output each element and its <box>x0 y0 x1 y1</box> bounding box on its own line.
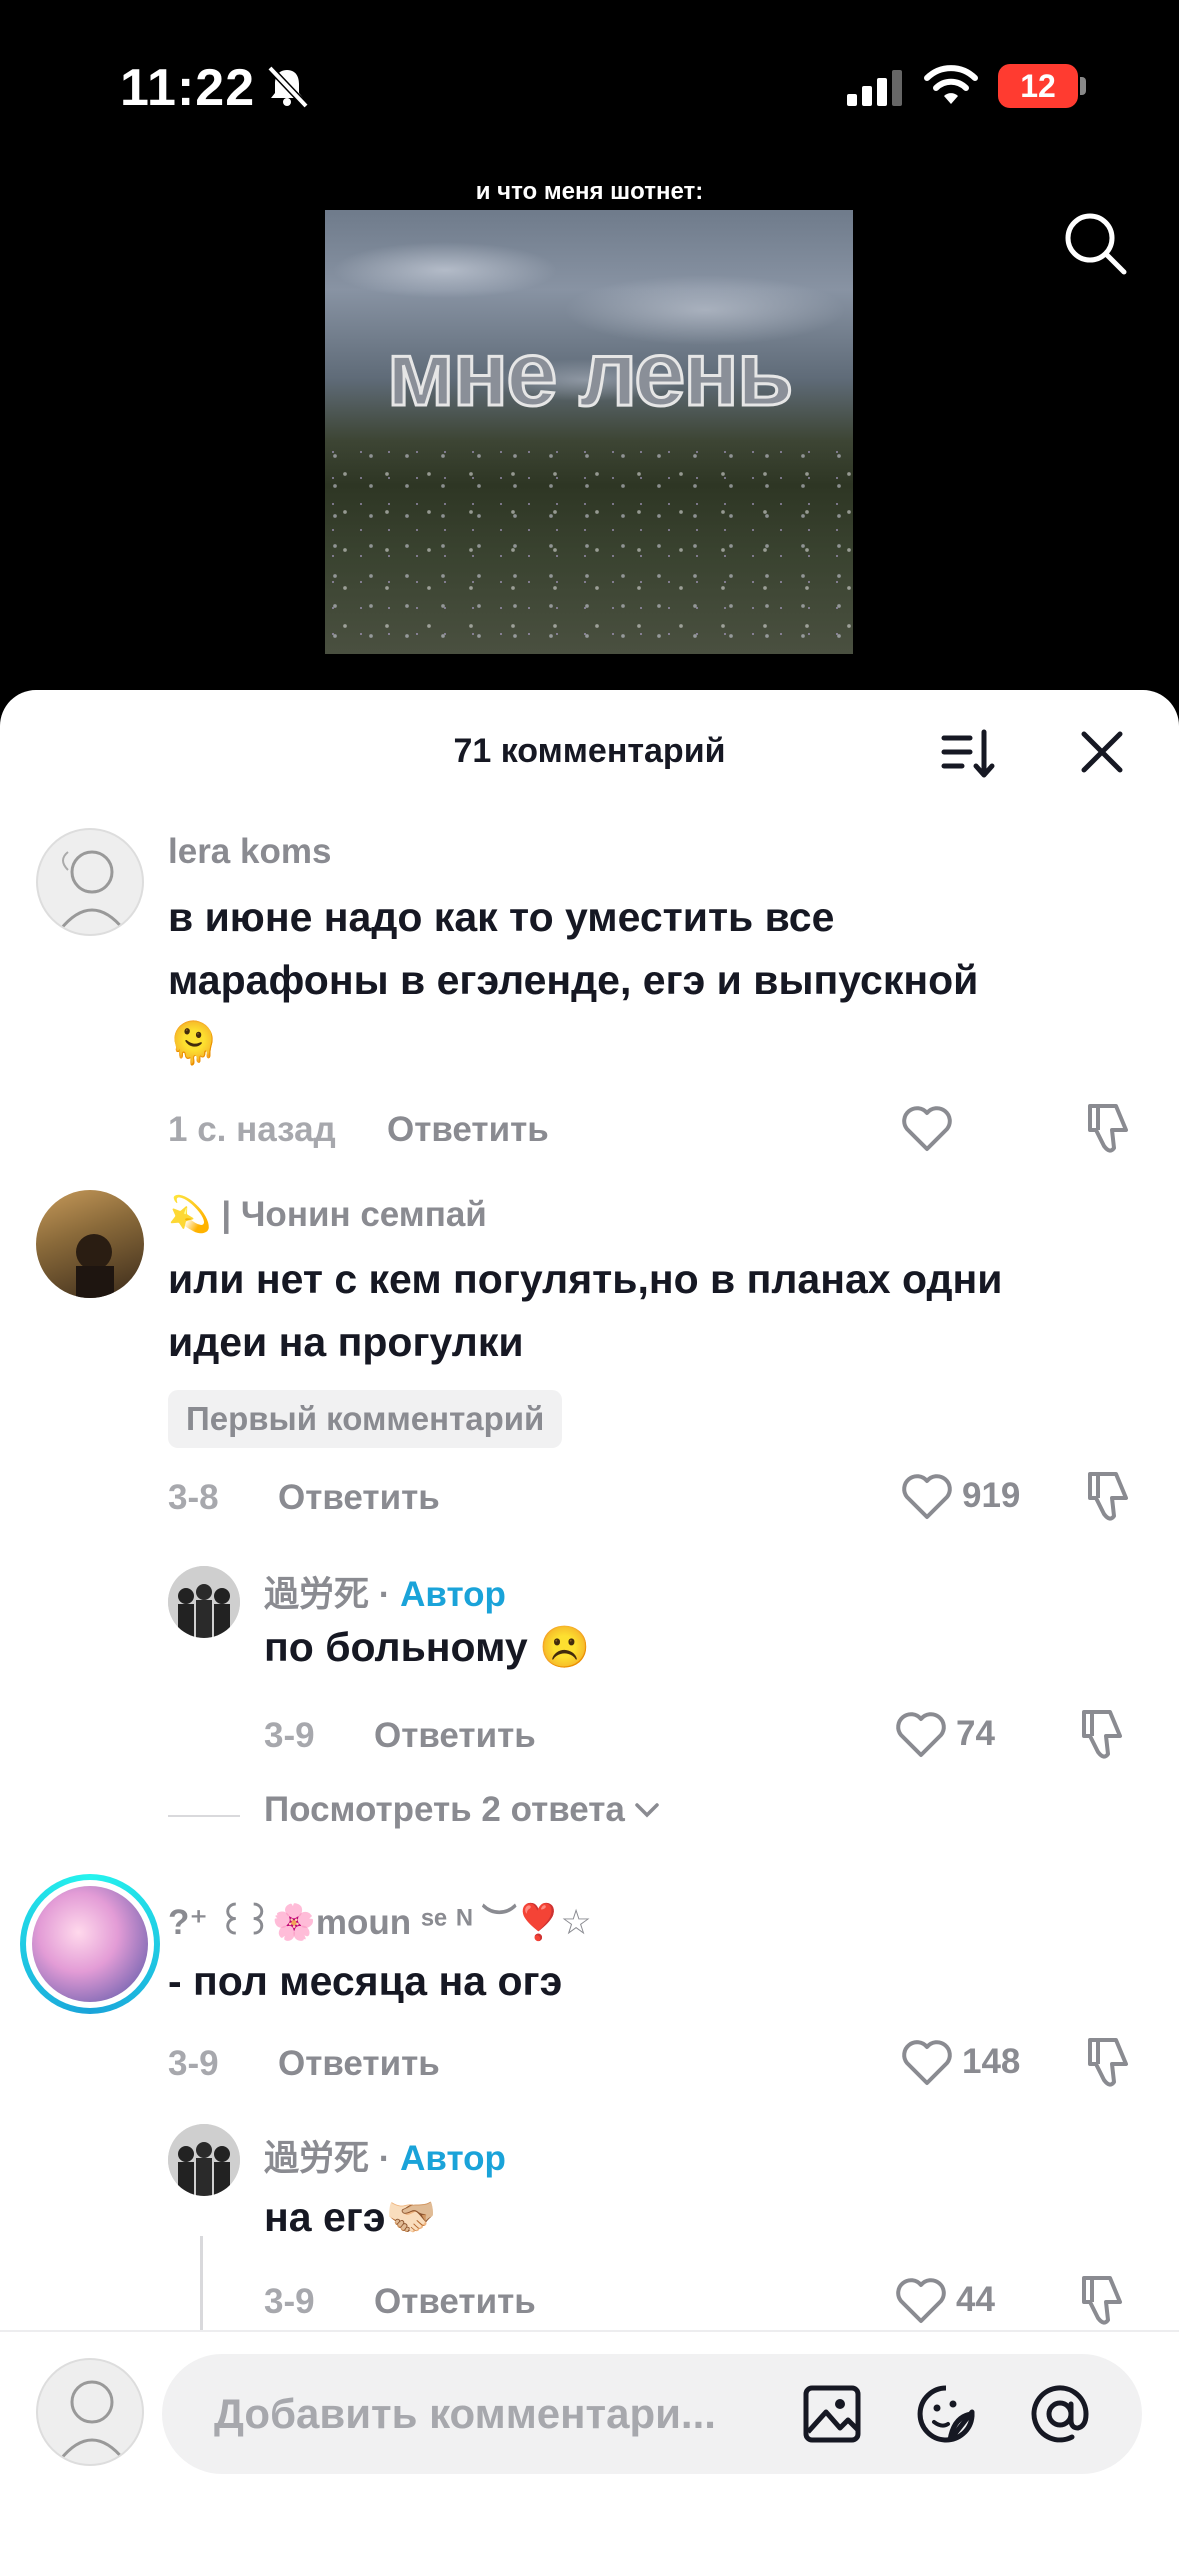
comment-input[interactable]: Добавить комментари... <box>162 2354 1142 2474</box>
comment-text-line: марафоны в егэленде, егэ и выпускной <box>168 957 979 1003</box>
like-count: 919 <box>962 1476 1021 1515</box>
close-icon[interactable] <box>1078 728 1126 776</box>
username-text: 過労死 <box>264 1575 370 1614</box>
chevron-down-icon <box>635 1803 659 1818</box>
comment-time: 3-8 <box>168 1478 219 1517</box>
reply-username[interactable]: 過労死 · Автор <box>264 1566 506 1617</box>
comment-text-line: или нет с кем погулять,но в планах одни <box>168 1256 1003 1302</box>
video-overlay-text: мне лень <box>385 322 795 427</box>
comment-time: 1 с. назад <box>168 1110 336 1149</box>
view-replies-button[interactable]: Посмотреть 2 ответа <box>264 1790 661 1830</box>
avatar <box>32 1886 148 2002</box>
reply-button[interactable]: Ответить <box>374 1716 536 1756</box>
story-ring-gap <box>26 1880 154 2008</box>
image-icon[interactable] <box>800 2382 864 2446</box>
comments-sheet: 71 комментарий lera koms в июне надо как… <box>0 690 1179 2556</box>
status-time: 11:22 <box>120 59 256 117</box>
dislike-icon[interactable] <box>1082 1468 1136 1524</box>
video-flower-field <box>325 444 853 654</box>
view-replies-label: Посмотреть 2 ответа <box>264 1790 625 1829</box>
username-separator: · <box>369 1575 401 1614</box>
comment-username[interactable]: lera koms <box>168 832 331 872</box>
heart-icon <box>902 1106 952 1151</box>
view-replies-line <box>168 1815 240 1817</box>
avatar[interactable] <box>36 828 144 936</box>
comment-text-line: в июне надо как то уместить все <box>168 894 835 940</box>
battery-tip <box>1080 77 1086 95</box>
like-button[interactable]: 74 <box>894 1706 995 1762</box>
sort-icon[interactable] <box>940 726 996 782</box>
comments-header: 71 комментарий <box>0 690 1179 814</box>
reply-text: по больному ☹️ <box>264 1624 591 1670</box>
battery-indicator: 12 <box>998 64 1078 108</box>
comments-count-title: 71 комментарий <box>453 732 726 770</box>
reply-avatar[interactable] <box>168 1566 240 1638</box>
heart-icon <box>896 1712 946 1757</box>
comment-text: или нет с кем погулять,но в планах одни … <box>168 1248 1148 1374</box>
username-emoji: 💫 <box>168 1195 212 1234</box>
avatar-sketch <box>58 850 126 931</box>
bell-slash-icon <box>267 65 309 109</box>
video-caption: и что меня шотнет: <box>475 178 704 205</box>
dislike-icon[interactable] <box>1076 1706 1130 1762</box>
comment-input-bar: Добавить комментари... <box>0 2330 1179 2556</box>
avatar[interactable] <box>36 1190 144 1298</box>
status-bar: 11:22 12 <box>0 0 1179 170</box>
username-text: | Чонин семпай <box>221 1195 487 1234</box>
heart-icon <box>902 1474 952 1519</box>
wifi-icon <box>924 65 978 104</box>
like-button[interactable]: 919 <box>900 1468 1020 1524</box>
comment-input-placeholder: Добавить комментари... <box>214 2390 716 2437</box>
story-ring[interactable] <box>20 1874 160 2014</box>
avatar-photo <box>76 1234 114 1298</box>
reply-button[interactable]: Ответить <box>278 1478 440 1518</box>
comment-emoji: 🫠 <box>168 1020 220 1066</box>
avatar-sketch <box>58 2380 126 2461</box>
signal-icon <box>847 70 902 106</box>
avatar-group-photo <box>168 1566 240 1638</box>
reply-button[interactable]: Ответить <box>387 1110 549 1150</box>
my-avatar <box>36 2358 144 2466</box>
comment-text-line: идеи на прогулки <box>168 1319 524 1365</box>
first-comment-badge: Первый комментарий <box>168 1390 563 1448</box>
comment-username[interactable]: 💫 | Чонин семпай <box>168 1194 487 1235</box>
reply-time: 3-9 <box>264 1716 315 1755</box>
comment-text: в июне надо как то уместить все марафоны… <box>168 886 1128 1075</box>
video-player[interactable]: мне лень <box>325 210 853 654</box>
sticker-icon[interactable] <box>914 2382 978 2446</box>
mention-icon[interactable] <box>1028 2382 1092 2446</box>
dislike-icon[interactable] <box>1082 1100 1136 1156</box>
search-icon[interactable] <box>1062 210 1128 276</box>
like-button[interactable] <box>900 1100 954 1156</box>
author-label: Автор <box>400 1575 506 1614</box>
like-count: 74 <box>956 1714 995 1753</box>
